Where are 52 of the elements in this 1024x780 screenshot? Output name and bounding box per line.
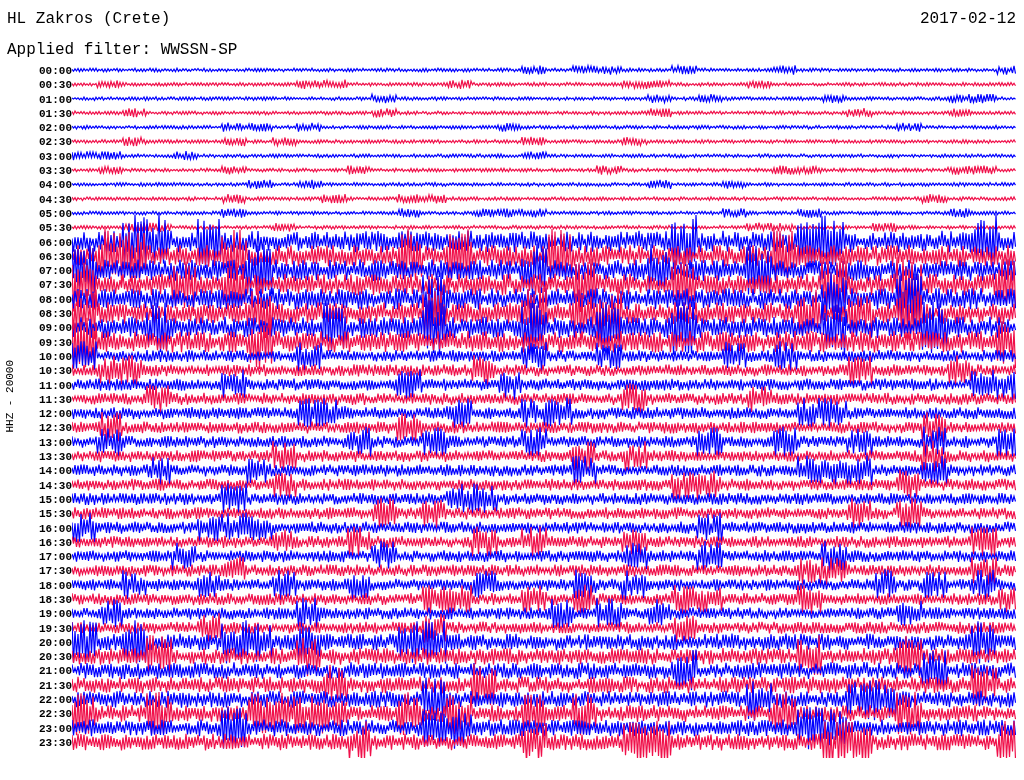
time-label: 08:30 bbox=[39, 307, 72, 322]
time-label: 04:30 bbox=[39, 192, 72, 207]
time-label: 17:30 bbox=[39, 564, 72, 579]
time-label: 22:00 bbox=[39, 693, 72, 708]
time-label: 04:00 bbox=[39, 178, 72, 193]
time-label: 06:30 bbox=[39, 249, 72, 265]
time-label: 06:00 bbox=[39, 235, 72, 250]
time-label: 11:30 bbox=[39, 392, 72, 408]
time-label: 15:00 bbox=[39, 492, 72, 508]
time-label: 13:00 bbox=[39, 435, 72, 450]
time-label: 10:00 bbox=[39, 349, 72, 365]
time-label: 21:30 bbox=[39, 678, 72, 694]
time-label: 13:30 bbox=[39, 450, 72, 465]
time-label: 14:30 bbox=[39, 478, 72, 493]
time-label: 20:00 bbox=[39, 635, 72, 651]
time-label: 18:00 bbox=[39, 578, 72, 593]
time-label: 09:00 bbox=[39, 321, 72, 336]
time-label: 02:00 bbox=[39, 121, 72, 136]
time-label: 00:30 bbox=[39, 78, 72, 93]
channel-axis-label: HHZ - 20000 bbox=[2, 358, 17, 435]
time-label: 03:30 bbox=[39, 164, 72, 179]
time-label: 01:00 bbox=[39, 92, 72, 107]
time-label: 23:00 bbox=[39, 721, 72, 736]
time-label: 12:30 bbox=[39, 421, 72, 436]
time-label: 16:30 bbox=[39, 535, 72, 551]
time-label: 18:30 bbox=[39, 593, 72, 608]
time-label: 07:30 bbox=[39, 278, 72, 293]
time-label: 20:30 bbox=[39, 650, 72, 665]
time-label: 21:00 bbox=[39, 664, 72, 679]
time-label: 11:00 bbox=[39, 378, 72, 393]
time-label: 01:30 bbox=[39, 106, 72, 122]
time-label: 17:00 bbox=[39, 550, 72, 565]
filter-label: Applied filter: WWSSN-SP bbox=[7, 41, 238, 59]
time-label: 19:30 bbox=[39, 621, 72, 636]
station-title: HL Zakros (Crete) bbox=[7, 9, 171, 30]
time-label: 14:00 bbox=[39, 464, 72, 479]
time-label: 22:30 bbox=[39, 707, 72, 722]
time-label: 16:00 bbox=[39, 521, 72, 536]
time-label: 03:00 bbox=[39, 149, 72, 165]
time-label: 05:30 bbox=[39, 221, 72, 236]
time-label: 12:00 bbox=[39, 407, 72, 422]
time-label: 15:30 bbox=[39, 507, 72, 522]
time-label: 05:00 bbox=[39, 206, 72, 222]
time-label: 07:00 bbox=[39, 264, 72, 279]
time-label: 23:30 bbox=[39, 735, 72, 751]
time-label: 09:30 bbox=[39, 335, 72, 350]
time-label: 19:00 bbox=[39, 607, 72, 622]
time-label: 10:30 bbox=[39, 364, 72, 379]
plot-date: 2017-02-12 bbox=[920, 9, 1016, 30]
time-label: 00:00 bbox=[39, 64, 72, 79]
time-label: 02:30 bbox=[39, 135, 72, 150]
time-label: 08:00 bbox=[39, 292, 72, 308]
